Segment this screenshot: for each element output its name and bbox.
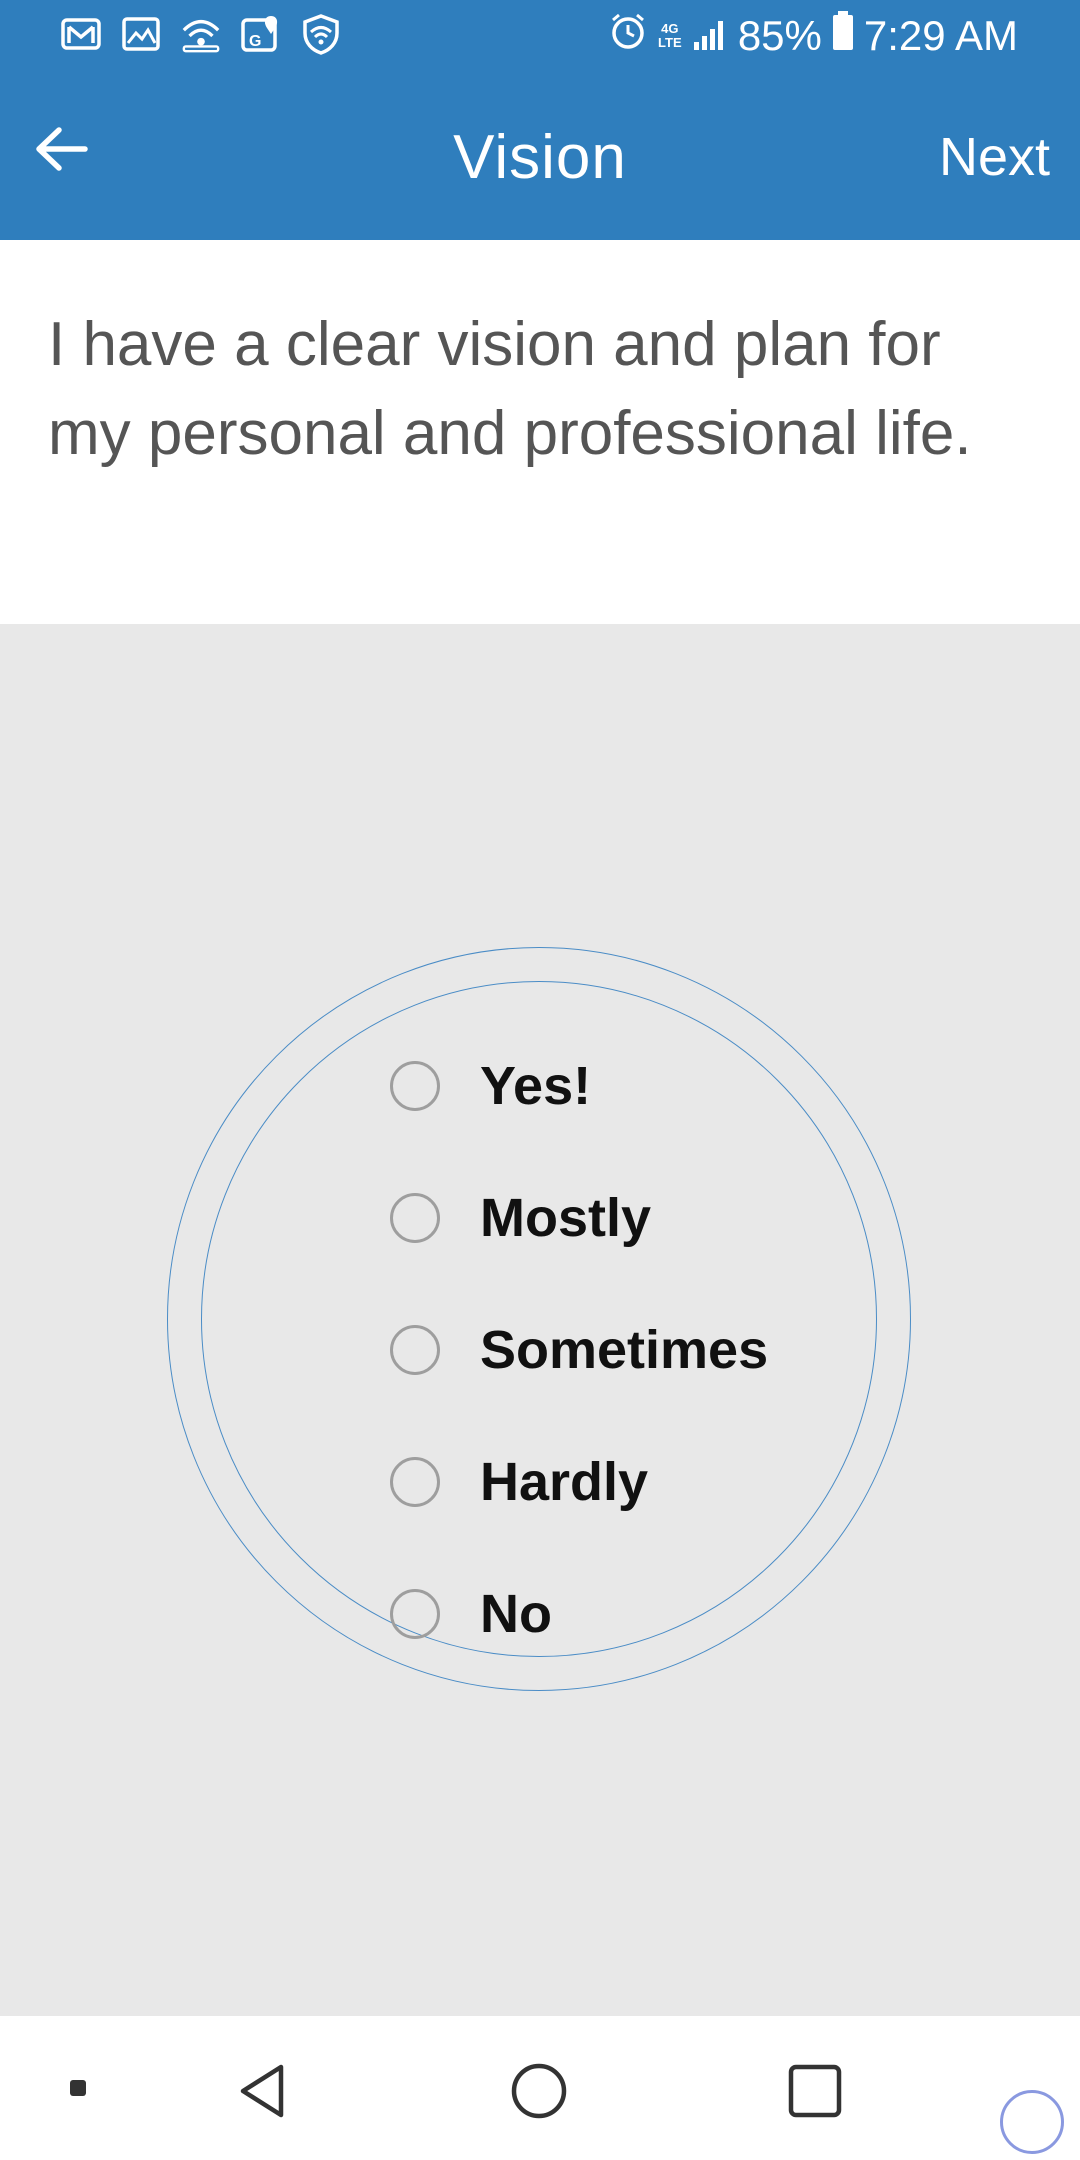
radio-button[interactable] [390,1589,440,1639]
status-right: 4G LTE 85% 7:29 AM [608,10,1018,62]
option-label: Sometimes [480,1320,769,1380]
question-text: I have a clear vision and plan for my pe… [48,310,972,468]
option-hardly[interactable]: Hardly [390,1416,768,1548]
svg-text:G: G [249,33,261,50]
home-circle-icon[interactable] [504,2056,574,2126]
radio-button[interactable] [390,1193,440,1243]
next-button[interactable]: Next [939,126,1050,188]
back-triangle-icon[interactable] [228,2056,298,2126]
status-left-icons: G [60,14,342,55]
answer-options: Yes! Mostly Sometimes Hardly No [390,1020,768,1680]
network-type-label: 4G LTE [658,21,682,50]
screen: G 4G LTE 85% 7:29 AM Vision Next I have … [0,0,1080,2160]
vpn-shield-icon [300,14,342,55]
system-nav-bar [0,2016,1080,2160]
option-yes[interactable]: Yes! [390,1020,768,1152]
recents-square-icon[interactable] [780,2056,850,2126]
gmail-icon [60,14,102,54]
radio-button[interactable] [390,1325,440,1375]
option-label: Mostly [480,1188,652,1248]
question-card: I have a clear vision and plan for my pe… [0,240,1080,624]
signal-icon [692,12,728,60]
radio-button[interactable] [390,1457,440,1507]
clock: 7:29 AM [863,12,1018,59]
option-label: Yes! [480,1056,592,1116]
app-bar: Vision Next [0,72,1080,240]
option-sometimes[interactable]: Sometimes [390,1284,768,1416]
option-mostly[interactable]: Mostly [390,1152,768,1284]
battery-percent: 85% [737,12,822,59]
gallery-icon [120,14,162,54]
option-label: Hardly [480,1452,649,1512]
wifi-hotspot-icon [180,14,222,54]
status-bar: G 4G LTE 85% 7:29 AM [0,0,1080,72]
page-title: Vision [453,123,627,192]
dot-icon[interactable] [60,2070,96,2106]
battery-icon [832,11,854,61]
option-no[interactable]: No [390,1548,768,1680]
radio-button[interactable] [390,1061,440,1111]
maps-icon: G [240,14,282,54]
option-label: No [480,1584,552,1644]
alarm-icon [608,11,648,61]
floating-assistant-button[interactable] [1000,2090,1064,2154]
